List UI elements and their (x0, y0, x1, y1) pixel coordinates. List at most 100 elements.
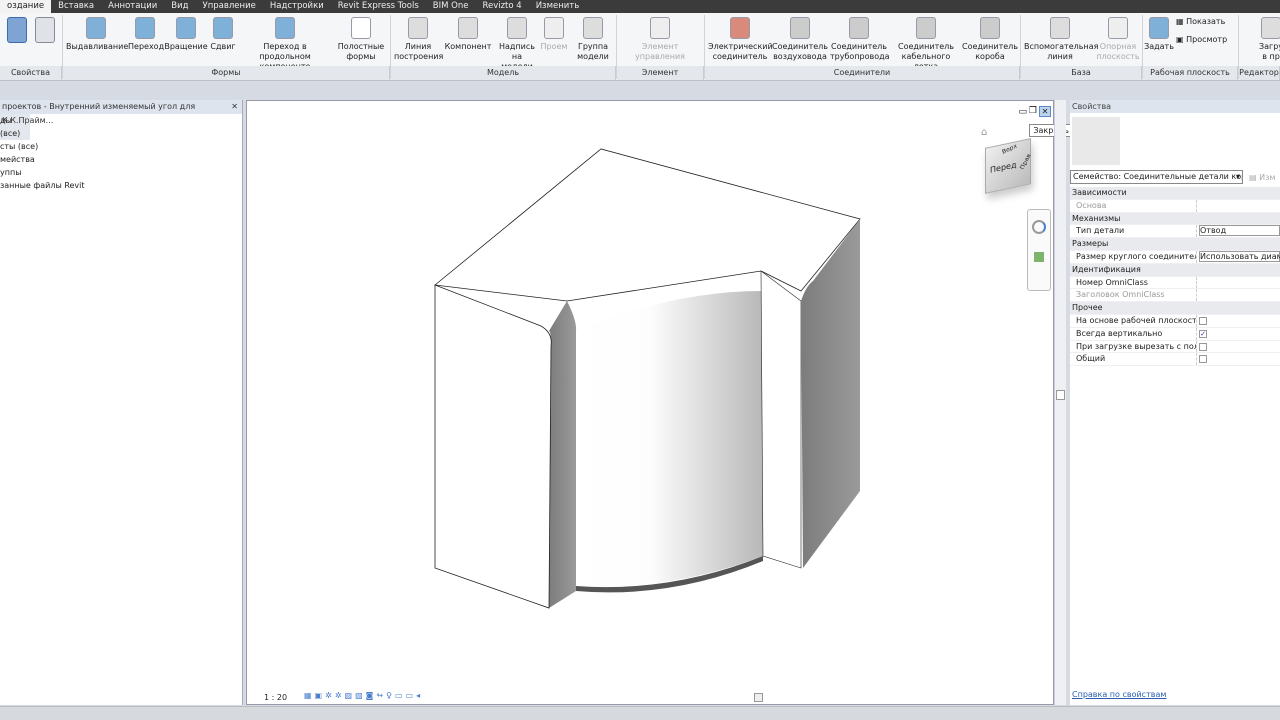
tool-label: Соединитель (962, 42, 1018, 51)
tool-label-2: плоскость (1096, 52, 1140, 61)
property-row: При загрузке вырезать с пол... (1070, 340, 1280, 354)
3d-view-canvas[interactable]: ▭ ❐ ✕ Закрыть ⌂ Верх Перед Прав (246, 100, 1073, 705)
chevron-down-icon: ▾ (1235, 172, 1240, 181)
tool-label: Загру (1258, 42, 1280, 51)
property-value-cell[interactable] (1197, 200, 1280, 212)
ribbon-tab[interactable]: Вставка (51, 0, 101, 13)
ribbon-tool[interactable]: Вспомогательная линия (1024, 15, 1099, 62)
ribbon-tool[interactable]: Загрув пр (1256, 15, 1280, 62)
family-selector[interactable]: Семейство: Соединительные детали кор ▾ (1070, 170, 1243, 184)
property-row: На основе рабочей плоскости (1070, 314, 1280, 328)
properties-help-link[interactable]: Справка по свойствам (1072, 690, 1166, 699)
property-value-cell[interactable]: ✓ (1197, 328, 1280, 340)
family-types-button[interactable] (34, 15, 56, 46)
ribbon-tool[interactable]: Соединитель воздуховода (772, 15, 828, 62)
property-category: Зависимости (1070, 187, 1280, 200)
property-category: Идентификация (1070, 263, 1280, 277)
ribbon-tab[interactable]: Изменить (529, 0, 587, 13)
ribbon-tool[interactable]: Соединитель короба (962, 15, 1018, 62)
ribbon-tab[interactable]: Revit Express Tools (331, 0, 426, 13)
view-cube[interactable]: Верх Перед Прав (985, 138, 1033, 194)
tool-icon (408, 17, 428, 39)
ribbon-tool[interactable]: Линия построения (394, 15, 443, 62)
property-value-cell[interactable] (1197, 289, 1280, 301)
ribbon-group-label: Редактор (1239, 66, 1280, 80)
browser-tree-item[interactable]: мейства (0, 153, 242, 166)
property-value-cell[interactable] (1197, 341, 1280, 353)
property-value-cell[interactable]: Использовать диаме (1197, 250, 1280, 263)
ribbon-tab[interactable]: Надстройки (263, 0, 331, 13)
ribbon-tab[interactable]: Аннотации (101, 0, 164, 13)
ribbon-group-label: Модель (391, 66, 616, 80)
property-value-cell[interactable] (1197, 353, 1280, 365)
show-workplane-button[interactable]: ▦ Показать (1176, 17, 1236, 27)
ribbon-tool[interactable]: Соединитель трубопровода (830, 15, 890, 62)
close-icon[interactable]: ✕ (231, 100, 238, 114)
property-name: Заголовок OmniClass (1070, 289, 1197, 302)
edit-type-button[interactable]: ▤ Изм (1249, 173, 1275, 182)
ribbon-tool[interactable]: Компонент (444, 15, 492, 52)
property-value[interactable]: Использовать диаме (1199, 250, 1280, 262)
zoom-region-icon[interactable] (1034, 252, 1044, 262)
steering-wheel-icon[interactable] (1032, 220, 1046, 234)
ribbon-tool[interactable]: Элемент управления (618, 15, 702, 62)
property-value-cell[interactable]: Отвод (1197, 225, 1280, 237)
view-control-icons[interactable]: ▦▣✲✲▨▨◙↬♀▭▭◂ (304, 691, 423, 700)
ribbon-tool[interactable]: Полостные формы (334, 15, 388, 62)
ribbon-tool[interactable]: Надписьна модели (496, 15, 538, 72)
property-value-cell[interactable] (1197, 277, 1280, 289)
property-checkbox[interactable] (1199, 316, 1207, 325)
browser-tree-item[interactable]: занные файлы Revit (0, 179, 242, 192)
cube-face-top[interactable]: Верх (1001, 143, 1017, 156)
property-value[interactable]: Отвод (1199, 225, 1280, 237)
ribbon-tool[interactable]: Переход (128, 15, 164, 52)
property-row: Общий (1070, 353, 1280, 367)
property-name: Общий (1070, 353, 1197, 366)
ribbon-tool[interactable]: Проем (540, 15, 568, 52)
property-name: При загрузке вырезать с пол... (1070, 340, 1197, 353)
workplane-viewer-button[interactable]: ▣ Просмотр (1176, 35, 1236, 45)
close-view-button[interactable]: ✕ (1039, 106, 1051, 117)
property-checkbox[interactable]: ✓ (1199, 329, 1207, 338)
view-scrollbar[interactable] (1054, 100, 1066, 705)
tool-label-2: формы (346, 52, 376, 61)
ribbon-tool[interactable]: Опорная плоскость (1096, 15, 1140, 62)
tool-label-2: воздуховода (773, 52, 827, 61)
ribbon-tool[interactable]: Задать (1144, 15, 1174, 52)
ribbon-tool[interactable]: Сдвиг (209, 15, 237, 52)
ribbon-tab[interactable]: Управление (196, 0, 263, 13)
property-checkbox[interactable] (1199, 355, 1207, 364)
browser-tree-item[interactable]: уппы (0, 166, 242, 179)
tool-label: Выдавливание (66, 42, 129, 51)
ribbon-tab[interactable]: оздание (0, 0, 52, 13)
property-name: Тип детали (1070, 225, 1197, 238)
tool-label-2: соединитель (712, 52, 768, 61)
ribbon-tool[interactable]: Соединителькабельного лотка (890, 15, 962, 72)
ribbon-tool[interactable]: Группа модели (576, 15, 610, 62)
ribbon-tab[interactable]: Вид (164, 0, 195, 13)
ribbon-tool[interactable]: Электрический соединитель (708, 15, 773, 62)
ribbon-tab[interactable]: BIM One (426, 0, 476, 13)
tool-icon (213, 17, 233, 39)
cube-face-front[interactable]: Перед (990, 160, 1016, 175)
cube-face-right[interactable]: Прав (1019, 153, 1033, 170)
tool-label: Надпись (499, 42, 535, 51)
property-checkbox[interactable] (1199, 342, 1207, 351)
horizontal-scrollbar[interactable] (754, 693, 763, 702)
tool-label: Вспомогательная (1024, 42, 1099, 51)
browser-tree-item[interactable]: сты (все) (0, 140, 242, 153)
ribbon-tool[interactable]: Выдавливание (66, 15, 129, 52)
navigation-bar[interactable] (1027, 209, 1051, 291)
home-icon[interactable]: ⌂ (981, 127, 987, 138)
properties-button[interactable] (6, 15, 28, 46)
ribbon-tool[interactable]: Переход в продольномкомпоненте (238, 15, 332, 72)
ribbon-tool[interactable]: Вращение (164, 15, 208, 52)
ribbon-group-label: Формы (63, 66, 390, 80)
minimize-view-icon[interactable]: ▭ (1018, 107, 1027, 117)
properties-grid: Зависимости Основа Механизмы Тип детали Отво… (1070, 187, 1280, 367)
ribbon: ▦ Показать ▣ Просмотр Выдавливание Перехо… (0, 13, 1280, 91)
view-scale[interactable]: 1 : 20 (264, 693, 287, 702)
ribbon-tab[interactable]: Revizto 4 (475, 0, 528, 13)
property-value-cell[interactable] (1197, 315, 1280, 327)
restore-view-icon[interactable]: ❐ (1029, 106, 1037, 116)
